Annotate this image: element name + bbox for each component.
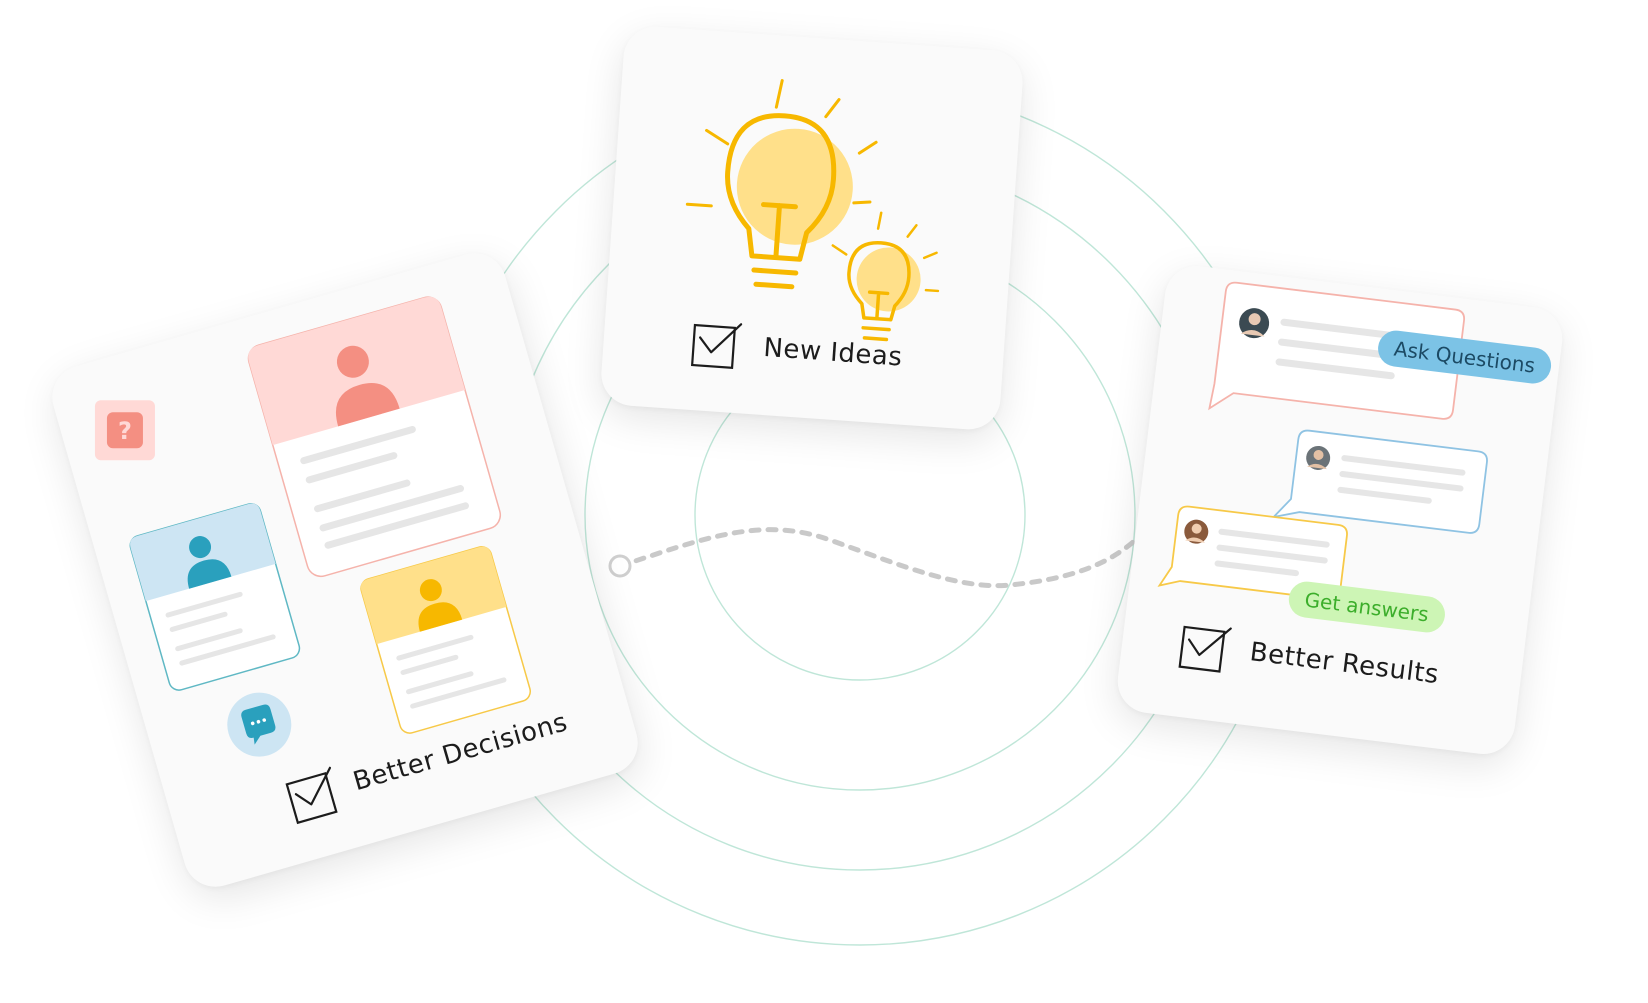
svg-text:?: ?: [118, 417, 132, 445]
chat-dots-icon: [227, 692, 292, 757]
results-illustration: [1157, 281, 1488, 673]
card-new-ideas: New Ideas: [599, 24, 1025, 432]
question-icon: ?: [94, 400, 155, 461]
profile-card-yellow: [360, 546, 532, 734]
connector-node-left: [608, 554, 632, 578]
profile-card-pink: [247, 296, 502, 578]
checkbox-icon: [285, 766, 338, 825]
lightbulb-small-icon: [831, 211, 940, 342]
checkbox-icon: [690, 323, 743, 369]
checkbox-icon: [1178, 625, 1232, 673]
card-better-results: Ask Questions Get answers Better Results: [1114, 262, 1566, 758]
profile-card-blue: [129, 503, 301, 691]
ideas-illustration: [685, 79, 940, 369]
